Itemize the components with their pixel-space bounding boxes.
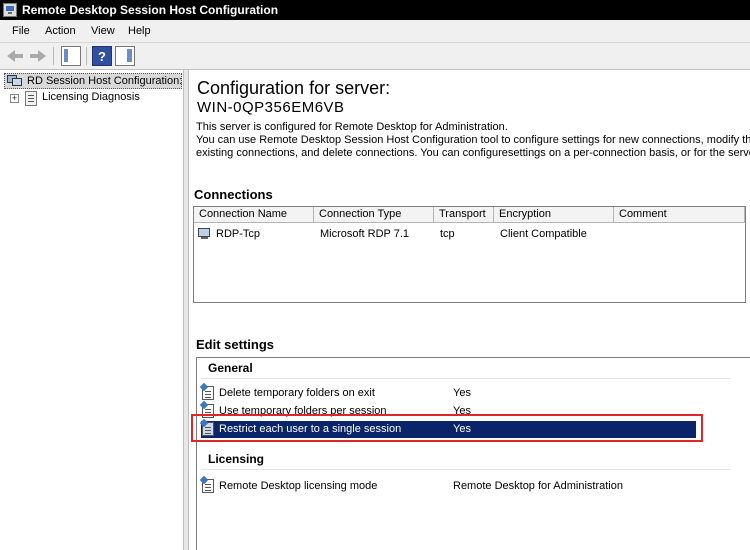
app-icon bbox=[3, 3, 17, 17]
connection-encryption: Client Compatible bbox=[500, 228, 587, 240]
server-config-icon bbox=[7, 75, 22, 87]
setting-name: Remote Desktop licensing mode bbox=[219, 480, 378, 492]
column-header-connection-type[interactable]: Connection Type bbox=[314, 207, 434, 223]
description-line: existing connections, and delete connect… bbox=[196, 147, 750, 159]
description-line: You can use Remote Desktop Session Host … bbox=[196, 134, 750, 146]
main-pane: Configuration for server: WIN-0QP356EM6V… bbox=[189, 70, 750, 550]
toolbar-separator bbox=[53, 47, 54, 65]
column-header-connection-name[interactable]: Connection Name bbox=[194, 207, 314, 223]
menu-view[interactable]: View bbox=[91, 25, 115, 37]
tree-node-label: Licensing Diagnosis bbox=[42, 91, 140, 103]
show-hide-action-pane-icon[interactable] bbox=[115, 46, 135, 66]
setting-value: Yes bbox=[453, 387, 471, 399]
back-icon[interactable] bbox=[5, 46, 25, 66]
property-icon bbox=[202, 479, 214, 493]
setting-row-licensing-mode[interactable]: Remote Desktop licensing mode Remote Des… bbox=[201, 478, 696, 495]
forward-icon[interactable] bbox=[28, 46, 48, 66]
edit-settings-heading: Edit settings bbox=[196, 337, 275, 352]
connections-list[interactable]: Connection Name Connection Type Transpor… bbox=[193, 206, 746, 303]
connection-transport: tcp bbox=[440, 228, 455, 240]
setting-value: Remote Desktop for Administration bbox=[453, 480, 623, 492]
column-header-encryption[interactable]: Encryption bbox=[494, 207, 614, 223]
page-title: Configuration for server: bbox=[197, 78, 391, 98]
edit-settings-panel: General Delete temporary folders on exit… bbox=[196, 357, 750, 550]
description: This server is configured for Remote Des… bbox=[196, 121, 750, 160]
tree-node-rd-session-host[interactable]: RD Session Host Configuration: bbox=[4, 73, 182, 89]
column-header-transport[interactable]: Transport bbox=[434, 207, 494, 223]
window-title: Remote Desktop Session Host Configuratio… bbox=[22, 3, 279, 17]
column-header-comment[interactable]: Comment bbox=[614, 207, 745, 223]
setting-row-delete-temp-folders[interactable]: Delete temporary folders on exit Yes bbox=[201, 385, 696, 402]
group-divider bbox=[201, 378, 731, 379]
server-name: WIN-0QP356EM6VB bbox=[197, 99, 345, 116]
title-bar: Remote Desktop Session Host Configuratio… bbox=[0, 0, 750, 20]
group-divider bbox=[201, 469, 731, 470]
expand-icon[interactable]: + bbox=[10, 94, 19, 103]
show-hide-console-tree-icon[interactable] bbox=[61, 46, 81, 66]
diagnosis-icon bbox=[25, 91, 37, 106]
connection-icon bbox=[198, 228, 213, 240]
toolbar-separator bbox=[86, 47, 87, 65]
toolbar: ? bbox=[0, 43, 750, 70]
tree-node-licensing-diagnosis[interactable]: + Licensing Diagnosis bbox=[10, 91, 180, 107]
tree-node-label: RD Session Host Configuration: bbox=[27, 75, 183, 87]
menu-action[interactable]: Action bbox=[45, 25, 76, 37]
licensing-heading: Licensing bbox=[208, 452, 265, 466]
menu-help[interactable]: Help bbox=[128, 25, 151, 37]
description-line: This server is configured for Remote Des… bbox=[196, 121, 508, 133]
connection-type: Microsoft RDP 7.1 bbox=[320, 228, 410, 240]
setting-name: Delete temporary folders on exit bbox=[219, 387, 375, 399]
general-heading: General bbox=[208, 361, 253, 375]
highlight-annotation bbox=[191, 414, 703, 442]
menu-file[interactable]: File bbox=[12, 25, 30, 37]
property-icon bbox=[202, 386, 214, 400]
connection-name: RDP-Tcp bbox=[216, 228, 261, 240]
connections-heading: Connections bbox=[194, 187, 273, 202]
console-tree[interactable]: RD Session Host Configuration: + Licensi… bbox=[0, 70, 184, 550]
help-icon[interactable]: ? bbox=[92, 46, 112, 66]
menu-bar: File Action View Help bbox=[0, 20, 750, 43]
